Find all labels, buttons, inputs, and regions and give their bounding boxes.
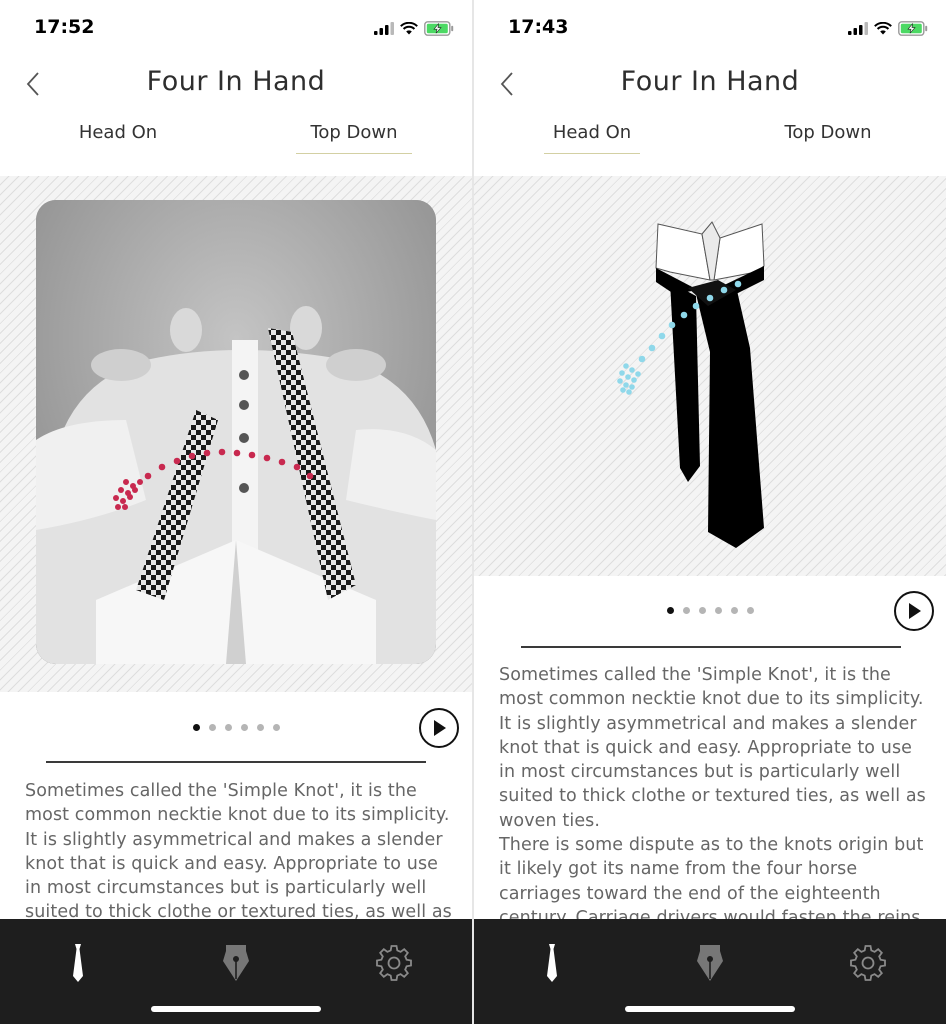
bottom-tab-bar — [474, 919, 946, 1024]
battery-charging-icon — [898, 20, 928, 36]
view-tabs: Head On Top Down — [0, 122, 472, 158]
page-title: Four In Hand — [620, 66, 800, 97]
gear-icon — [376, 945, 412, 981]
carousel-dot[interactable] — [682, 607, 690, 614]
divider — [521, 646, 901, 648]
pen-nib-icon — [223, 945, 249, 981]
home-indicator — [151, 1006, 321, 1012]
tie-icon — [547, 944, 557, 982]
navigation-bar: Four In Hand — [474, 60, 946, 108]
carousel-dot[interactable] — [746, 607, 754, 614]
play-button[interactable] — [419, 708, 459, 748]
carousel-dots — [0, 724, 472, 731]
tab-top-down[interactable]: Top Down — [770, 122, 886, 153]
carousel-dot[interactable] — [272, 724, 280, 731]
screen-head-on: 17:43 Four In Hand Head On Top Down Some… — [474, 0, 946, 1024]
carousel-dot[interactable] — [730, 607, 738, 614]
tab-top-down[interactable]: Top Down — [296, 122, 412, 154]
view-tabs: Head On Top Down — [474, 122, 946, 158]
battery-charging-icon — [424, 20, 454, 36]
play-icon — [434, 720, 446, 736]
illustration-stage — [474, 176, 946, 576]
status-time: 17:52 — [34, 16, 95, 38]
status-bar: 17:52 — [0, 0, 472, 56]
tab-bar-pen[interactable] — [216, 943, 256, 983]
divider — [46, 761, 426, 763]
wifi-icon — [400, 21, 418, 34]
status-time: 17:43 — [508, 16, 569, 38]
carousel-dot[interactable] — [698, 607, 706, 614]
carousel-dots — [474, 607, 946, 614]
tab-head-on[interactable]: Head On — [60, 122, 176, 153]
carousel-dot[interactable] — [666, 607, 674, 614]
page-title: Four In Hand — [146, 66, 326, 97]
carousel-dot[interactable] — [240, 724, 248, 731]
pen-nib-icon — [697, 945, 723, 981]
illustration-stage — [0, 176, 472, 692]
play-icon — [909, 603, 921, 619]
motion-dots-blue — [617, 280, 742, 395]
navigation-bar: Four In Hand — [0, 60, 472, 108]
tie-icon — [73, 944, 83, 982]
description-paragraph: Sometimes called the 'Simple Knot', it i… — [499, 665, 926, 831]
top-down-photo — [36, 200, 436, 664]
cellular-signal-icon — [848, 21, 868, 35]
tab-bar-tie[interactable] — [58, 943, 98, 983]
status-bar: 17:43 — [474, 0, 946, 56]
tab-bar-pen[interactable] — [690, 943, 730, 983]
play-button[interactable] — [894, 591, 934, 631]
status-icons — [374, 19, 454, 37]
tab-bar-settings[interactable] — [848, 943, 888, 983]
tab-head-on[interactable]: Head On — [544, 122, 640, 154]
carousel-dot[interactable] — [714, 607, 722, 614]
cellular-signal-icon — [374, 21, 394, 35]
bottom-tab-bar — [0, 919, 472, 1024]
status-icons — [848, 19, 928, 37]
description-paragraph: There is some dispute as to the knots or… — [499, 835, 924, 928]
knot-description: Sometimes called the 'Simple Knot', it i… — [499, 663, 928, 930]
home-indicator — [625, 1006, 795, 1012]
gear-icon — [850, 945, 886, 981]
wifi-icon — [874, 21, 892, 34]
carousel-dot[interactable] — [192, 724, 200, 731]
tab-bar-settings[interactable] — [374, 943, 414, 983]
motion-dots-red — [113, 448, 314, 510]
screen-top-down: 17:52 Four In Hand Head On Top Down Some… — [0, 0, 472, 1024]
carousel-dot[interactable] — [224, 724, 232, 731]
tab-bar-tie[interactable] — [532, 943, 572, 983]
carousel-dot[interactable] — [208, 724, 216, 731]
carousel-dot[interactable] — [256, 724, 264, 731]
